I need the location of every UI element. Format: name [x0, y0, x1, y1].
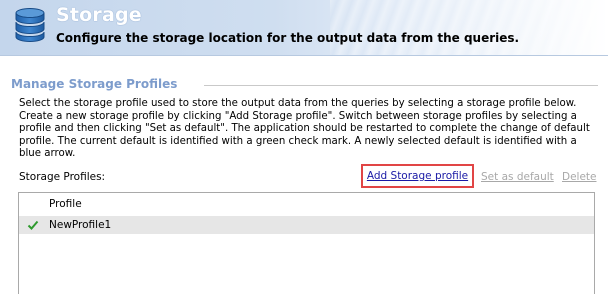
storage-profiles-label: Storage Profiles: — [19, 171, 106, 183]
table-row[interactable]: NewProfile1 — [19, 216, 594, 234]
set-as-default-link[interactable]: Set as default — [481, 171, 554, 183]
page-title: Storage — [56, 4, 142, 26]
page-subtitle: Configure the storage location for the o… — [56, 31, 520, 45]
storage-profiles-table[interactable]: Profile NewProfile1 — [18, 192, 595, 294]
delete-link[interactable]: Delete — [562, 171, 597, 183]
add-storage-profile-link[interactable]: Add Storage profile — [367, 170, 468, 182]
page-header: Storage Configure the storage location f… — [0, 0, 608, 56]
section-title: Manage Storage Profiles — [11, 77, 178, 91]
table-header: Profile — [19, 193, 594, 215]
check-icon — [27, 220, 39, 230]
profile-name: NewProfile1 — [49, 219, 112, 231]
header-decoration — [330, 0, 608, 55]
add-storage-profile-button[interactable]: Add Storage profile — [361, 164, 474, 188]
section-description: Select the storage profile used to store… — [19, 98, 590, 160]
column-header-profile: Profile — [49, 198, 82, 210]
section-divider — [204, 85, 598, 86]
database-icon — [15, 8, 45, 42]
